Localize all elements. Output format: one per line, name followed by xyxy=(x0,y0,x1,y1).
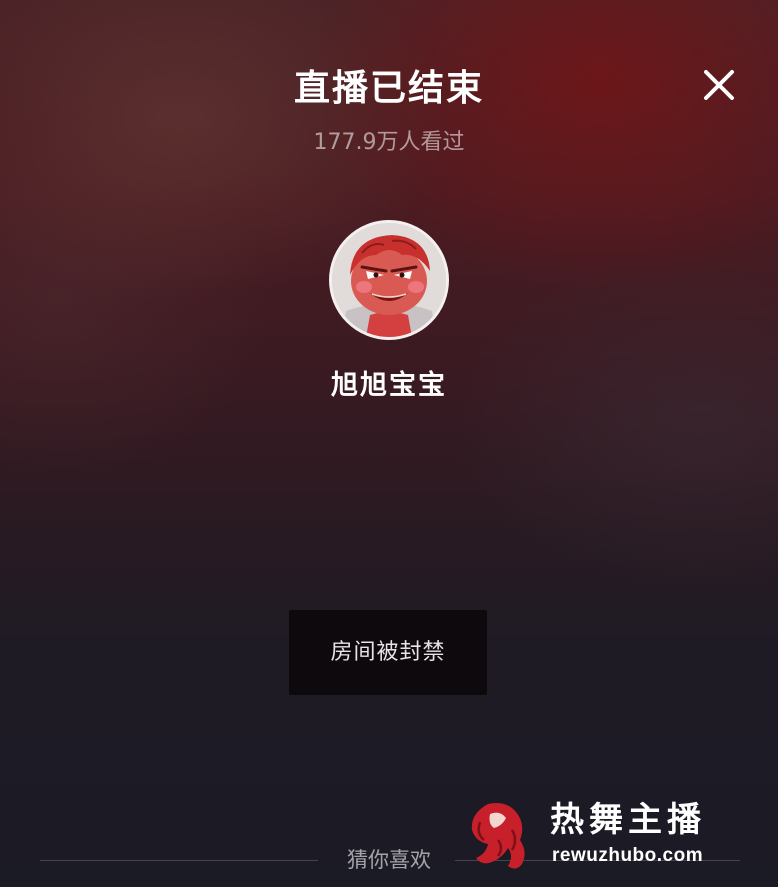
banned-notice: 房间被封禁 xyxy=(289,610,487,695)
close-button[interactable] xyxy=(700,66,738,104)
watermark-title: 热舞主播 xyxy=(550,800,706,840)
avatar[interactable] xyxy=(329,220,449,340)
dancer-logo-icon xyxy=(471,803,525,869)
watermark-url: rewuzhubo.com xyxy=(552,845,704,866)
streamer-name[interactable]: 旭旭宝宝 xyxy=(0,364,778,408)
viewer-count: 177.9万人看过 xyxy=(313,130,465,155)
page-title: 直播已结束 xyxy=(293,68,484,109)
live-ended-screen: 直播已结束 177.9万人看过 旭旭宝宝 房间被封禁 猜你喜欢 热舞主播 rew… xyxy=(0,0,778,887)
watermark: 热舞主播 rewuzhubo.com xyxy=(462,796,752,878)
close-icon[interactable] xyxy=(700,66,738,104)
